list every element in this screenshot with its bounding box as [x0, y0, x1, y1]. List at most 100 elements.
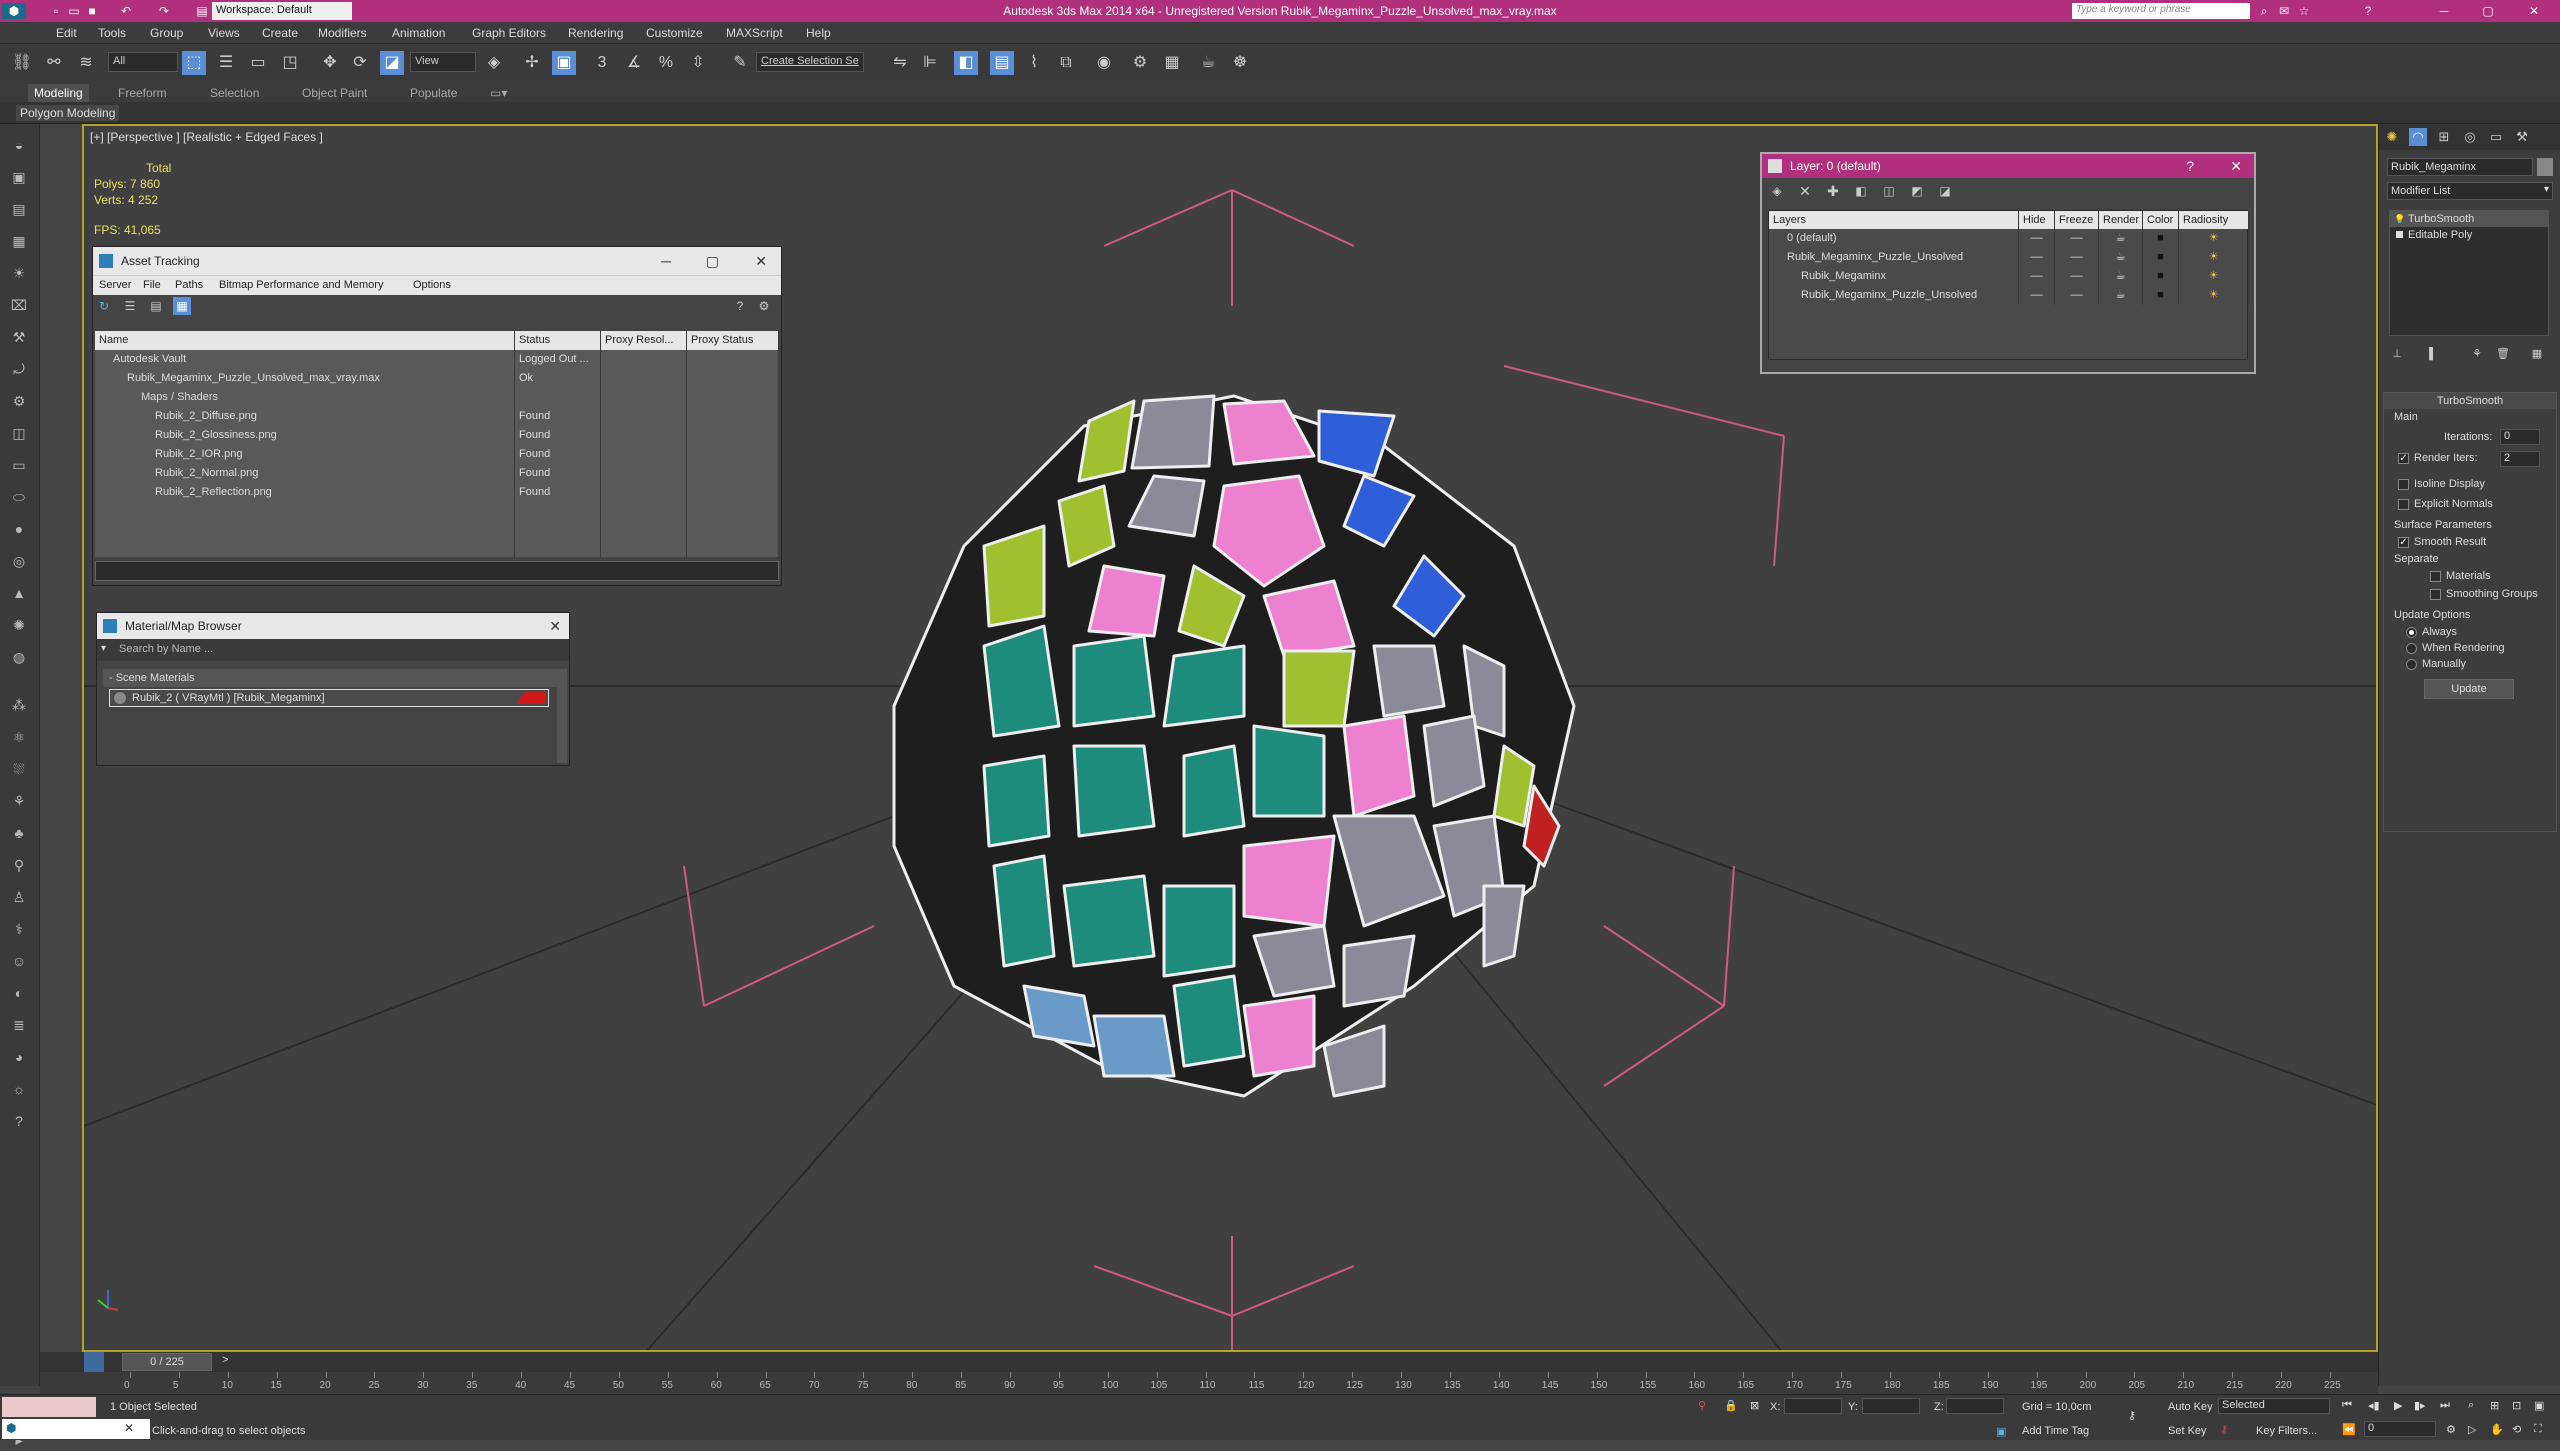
shape-icon[interactable]: ◫ — [8, 422, 30, 444]
subscription-icon[interactable]: ✉ — [2276, 3, 2292, 19]
render-sphere-icon[interactable]: ◐ — [8, 982, 30, 1004]
zoom-icon[interactable]: ⌕ — [2468, 1399, 2474, 1412]
layer-manager-titlebar[interactable]: Layer: 0 (default) ? ✕ — [1762, 154, 2254, 178]
object-color-swatch[interactable] — [2537, 158, 2553, 176]
render-iterative-icon[interactable]: ☸ — [1228, 51, 1252, 75]
maxscript-listener-field[interactable] — [2, 1397, 96, 1417]
teapot-icon[interactable]: ◒ — [8, 134, 30, 156]
menu-bitmap-performance[interactable]: Bitmap Performance and Memory — [219, 279, 383, 291]
key-mode-dropdown[interactable]: Selected — [2218, 1398, 2330, 1414]
layer-row[interactable]: Rubik_Megaminx_Puzzle_Unsolved –– –– ☕ ■ ☀ — [1769, 286, 2249, 305]
layer-manager-icon[interactable]: ◧ — [954, 51, 978, 75]
field-of-view-icon[interactable]: ▷ — [2468, 1423, 2476, 1436]
dynamics-icon[interactable]: ⚛ — [8, 726, 30, 748]
grid-icon[interactable]: ▦ — [8, 230, 30, 252]
goto-end-icon[interactable]: ⏭ — [2440, 1399, 2450, 1412]
next-frame-icon[interactable]: ▮▸ — [2414, 1399, 2426, 1412]
layer-freeze-toggle[interactable]: –– — [2055, 248, 2099, 267]
bone-icon[interactable]: ⚕ — [8, 918, 30, 940]
helper-icon[interactable]: ⚒ — [8, 326, 30, 348]
scene-materials-group[interactable]: - Scene Materials — [103, 669, 561, 687]
hierarchy-tab-icon[interactable]: ⊞ — [2435, 128, 2453, 146]
make-unique-icon[interactable]: ⚘ — [2467, 344, 2487, 364]
ribbon-options-icon[interactable]: ▭▾ — [490, 86, 507, 100]
track-bar[interactable]: 0 5 10 15 20 25 30 35 40 45 50 55 60 65 70 75 80 85 90 95 10… — [40, 1372, 2378, 1394]
col-status[interactable]: Status — [515, 331, 601, 350]
z-coordinate-field[interactable] — [1946, 1398, 2004, 1414]
cloth-icon[interactable]: ⛆ — [8, 758, 30, 780]
layer-radiosity-icon[interactable]: ☀ — [2179, 267, 2249, 286]
menu-views[interactable]: Views — [208, 26, 240, 40]
maximize-icon[interactable]: ▢ — [706, 247, 719, 275]
layer-color-swatch[interactable]: ■ — [2143, 229, 2179, 248]
layer-hide-toggle[interactable]: –– — [2019, 267, 2055, 286]
layer-row[interactable]: Rubik_Megaminx_Puzzle_Unsolved –– –– ☕ ■ ☀ — [1769, 248, 2249, 267]
select-object-icon[interactable]: ⬚ — [182, 51, 206, 75]
list-view-icon[interactable]: ☰ — [121, 297, 139, 315]
smooth-result-checkbox[interactable]: ✓ — [2398, 537, 2409, 548]
add-time-tag[interactable]: Add Time Tag — [2022, 1425, 2089, 1437]
vray-sphere-icon[interactable]: ◕ — [8, 1046, 30, 1068]
sun-icon[interactable]: ✺ — [8, 614, 30, 636]
col-proxy-status[interactable]: Proxy Status — [687, 331, 779, 350]
table-row[interactable]: Maps / Shaders — [95, 388, 779, 407]
menu-rendering[interactable]: Rendering — [568, 26, 623, 40]
pan-icon[interactable]: ✋ — [2490, 1423, 2504, 1436]
motion-tab-icon[interactable]: ◎ — [2461, 128, 2479, 146]
systems-icon[interactable]: ⚙ — [8, 390, 30, 412]
explicit-normals-checkbox[interactable] — [2398, 499, 2409, 510]
layer-radiosity-icon[interactable]: ☀ — [2179, 248, 2249, 267]
manipulate-icon[interactable]: ✢ — [520, 51, 544, 75]
freeze-all-icon[interactable]: ◪ — [1936, 182, 1954, 200]
cone-icon[interactable]: ▲ — [8, 582, 30, 604]
layer-freeze-toggle[interactable]: –– — [2055, 267, 2099, 286]
smoothing-groups-checkbox[interactable] — [2430, 589, 2441, 600]
set-key-icon[interactable]: ⚷ — [2220, 1423, 2228, 1436]
menu-modifiers[interactable]: Modifiers — [318, 26, 367, 40]
auto-key-button[interactable]: Auto Key — [2168, 1401, 2213, 1413]
table-row[interactable]: Rubik_Megaminx_Puzzle_Unsolved_max_vray.… — [95, 369, 779, 388]
max-app-icon[interactable]: ⬢ — [6, 1421, 16, 1435]
layer-render-icon[interactable]: ☕ — [2099, 229, 2143, 248]
layer-render-icon[interactable]: ☕ — [2099, 248, 2143, 267]
orbit-icon[interactable]: ⟲ — [2512, 1423, 2521, 1436]
menu-tools[interactable]: Tools — [98, 26, 126, 40]
zoom-all-icon[interactable]: ⊞ — [2490, 1399, 2499, 1412]
close-icon[interactable]: ✕ — [2526, 3, 2542, 19]
cylinder-icon[interactable]: ⬭ — [8, 486, 30, 508]
object-name-field[interactable]: Rubik_Megaminx — [2387, 158, 2533, 176]
minimize-icon[interactable]: ─ — [2436, 3, 2452, 19]
select-link-icon[interactable]: ⛓ — [10, 51, 34, 75]
vray-info-icon[interactable]: ? — [8, 1110, 30, 1132]
menu-help[interactable]: Help — [806, 26, 831, 40]
menu-animation[interactable]: Animation — [392, 26, 445, 40]
biped-icon[interactable]: ♙ — [8, 886, 30, 908]
menu-paths[interactable]: Paths — [175, 279, 203, 291]
move-icon[interactable]: ✥ — [318, 51, 342, 75]
y-coordinate-field[interactable] — [1862, 1398, 1920, 1414]
iterations-spinner[interactable]: 0 — [2500, 429, 2540, 445]
layer-color-swatch[interactable]: ■ — [2143, 248, 2179, 267]
table-row[interactable]: Rubik_2_Reflection.png Found — [95, 483, 779, 502]
tree-view-icon[interactable]: ▤ — [147, 297, 165, 315]
polygon-modeling-panel[interactable]: Polygon Modeling — [16, 105, 120, 121]
tab-modeling[interactable]: Modeling — [28, 84, 89, 102]
modifier-list-dropdown[interactable]: Modifier List ▾ — [2387, 182, 2553, 200]
update-button[interactable]: Update — [2424, 679, 2514, 699]
hide-all-icon[interactable]: ◩ — [1908, 182, 1926, 200]
prev-frame-icon[interactable]: ◂▮ — [2368, 1399, 2380, 1412]
key-mode-toggle-icon[interactable]: ⏪ — [2342, 1423, 2356, 1436]
col-radiosity[interactable]: Radiosity — [2179, 211, 2249, 229]
layer-radiosity-icon[interactable]: ☀ — [2179, 229, 2249, 248]
window-crossing-icon[interactable]: ◳ — [278, 51, 302, 75]
material-browser-titlebar[interactable]: Material/Map Browser ✕ — [97, 613, 569, 639]
ref-coord-dropdown[interactable]: View — [410, 52, 476, 72]
tab-object-paint[interactable]: Object Paint — [302, 86, 367, 100]
refresh-icon[interactable]: ↻ — [95, 297, 113, 315]
menu-server[interactable]: Server — [99, 279, 131, 291]
spinner-snap-icon[interactable]: ⇳ — [686, 51, 710, 75]
menu-file[interactable]: File — [143, 279, 161, 291]
help-icon[interactable]: ? — [2360, 3, 2376, 19]
render-production-icon[interactable]: ☕ — [1196, 51, 1220, 75]
maximize-icon[interactable]: ▢ — [2480, 3, 2496, 19]
